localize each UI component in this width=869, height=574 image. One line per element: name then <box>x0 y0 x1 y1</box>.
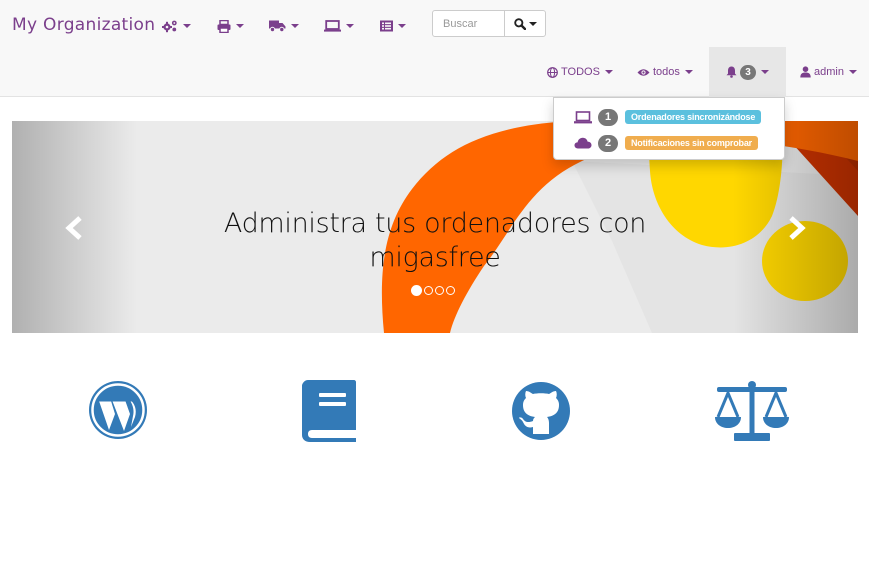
user-menu[interactable]: admin <box>800 47 857 97</box>
wordpress-icon[interactable] <box>88 380 148 440</box>
chevron-down-icon <box>291 24 299 28</box>
bell-icon <box>726 66 737 78</box>
book-icon[interactable] <box>302 380 356 442</box>
print-icon <box>217 19 231 33</box>
navbar: My Organization Buscar TODOS todos 3 adm… <box>0 0 869 97</box>
chevron-down-icon <box>604 70 613 74</box>
caption-line-2: migasfree <box>369 242 501 273</box>
eye-icon <box>637 68 650 76</box>
carousel-indicator[interactable] <box>435 286 444 295</box>
chevron-down-icon <box>528 21 537 26</box>
alert-item-syncing[interactable]: 1 Ordenadores sincronizándose <box>574 108 762 126</box>
computers-menu[interactable] <box>324 16 354 36</box>
search-input[interactable] <box>432 10 505 37</box>
alert-label: Notificaciones sin comprobar <box>625 136 758 150</box>
carousel-prev-button[interactable] <box>60 213 90 243</box>
projects-label: TODOS <box>561 66 600 78</box>
truck-icon <box>269 20 286 32</box>
search-button[interactable] <box>504 10 546 37</box>
globe-icon <box>547 66 558 78</box>
devices-menu[interactable] <box>217 16 244 36</box>
user-label: admin <box>814 66 844 78</box>
settings-menu[interactable] <box>162 16 191 36</box>
laptop-icon <box>574 110 592 123</box>
cloud-icon <box>574 137 592 149</box>
projects-menu[interactable]: TODOS <box>547 47 613 97</box>
search-icon <box>513 17 526 30</box>
alert-item-notifications[interactable]: 2 Notificaciones sin comprobar <box>574 134 758 152</box>
carousel-indicator[interactable] <box>424 286 433 295</box>
balance-scale-icon[interactable] <box>714 381 790 441</box>
chevron-down-icon <box>346 24 354 28</box>
list-icon <box>380 20 393 32</box>
carousel-indicator[interactable] <box>446 286 455 295</box>
alerts-dropdown: 1 Ordenadores sincronizándose 2 Notifica… <box>553 97 785 160</box>
carousel-next-button[interactable] <box>781 213 811 243</box>
user-icon <box>800 66 811 78</box>
carousel-indicator[interactable] <box>411 285 422 296</box>
alert-label: Ordenadores sincronizándose <box>625 110 762 124</box>
chevron-down-icon <box>236 24 244 28</box>
carousel-caption: Administra tus ordenadores con migasfree <box>212 207 658 275</box>
chevron-down-icon <box>398 24 406 28</box>
alerts-menu[interactable]: 3 <box>709 47 786 97</box>
brand-link[interactable]: My Organization <box>12 15 155 35</box>
alerts-count-badge: 3 <box>740 64 756 80</box>
chevron-down-icon <box>183 24 191 28</box>
cogs-icon <box>162 20 177 33</box>
view-menu[interactable]: todos <box>637 47 693 97</box>
deploy-menu[interactable] <box>269 16 299 36</box>
github-icon[interactable] <box>511 381 571 441</box>
laptop-icon <box>324 20 341 32</box>
carousel-indicators <box>411 285 455 296</box>
chevron-down-icon <box>760 70 769 74</box>
chevron-down-icon <box>684 70 693 74</box>
data-menu[interactable] <box>380 16 406 36</box>
alert-count: 1 <box>598 108 618 126</box>
view-label: todos <box>653 66 680 78</box>
chevron-down-icon <box>848 70 857 74</box>
alert-count: 2 <box>598 134 618 152</box>
caption-line-1: Administra tus ordenadores con <box>223 208 647 239</box>
